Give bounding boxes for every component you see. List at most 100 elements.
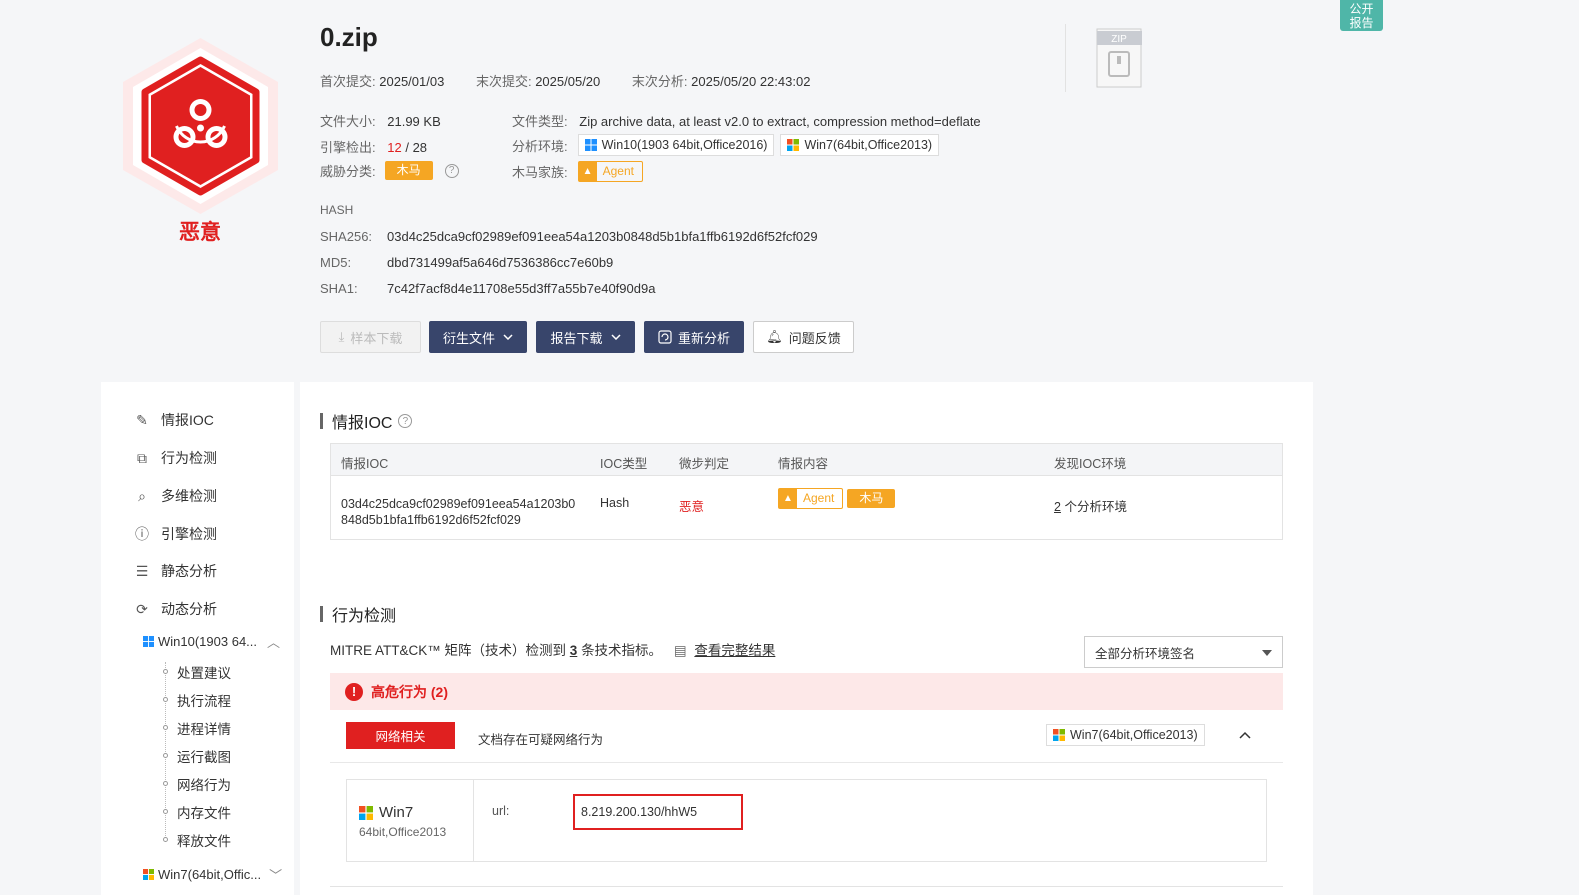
sidebar-env-win10[interactable]: Win10(1903 64... ︿ [143, 632, 280, 651]
md5-value[interactable]: dbd731499af5a646d7536386cc7e60b9 [387, 255, 613, 270]
header-divider [1065, 24, 1066, 92]
threat-label: 威胁分类: [320, 164, 376, 179]
feedback-label: 问题反馈 [788, 330, 841, 346]
category-tag: 网络相关 [346, 722, 455, 749]
detail-os-name: Win7 [379, 804, 414, 821]
url-value[interactable]: 8.219.200.130/hhW5 [573, 794, 743, 830]
behavior-env-tag[interactable]: Win7(64bit,Office2013) [1046, 724, 1205, 746]
sidebar-sub-disposal[interactable]: 处置建议 [177, 662, 231, 682]
sidebar-sub-screenshot[interactable]: 运行截图 [177, 746, 231, 766]
col-verdict: 微步判定 [679, 457, 730, 471]
float-line2: 报告 [1349, 16, 1374, 30]
sidebar-sub-memory[interactable]: 内存文件 [177, 802, 231, 822]
col-ioc: 情报IOC [341, 457, 389, 471]
chevron-up-icon[interactable] [1239, 731, 1251, 739]
report-download-button[interactable]: 报告下载 [536, 321, 635, 353]
chevron-down-icon [610, 334, 621, 340]
windows10-icon [143, 636, 154, 647]
submission-dates: 首次提交: 2025/01/03 末次提交: 2025/05/20 末次分析: … [320, 71, 838, 90]
sidebar-sub-flow[interactable]: 执行流程 [177, 690, 231, 710]
ioc-title-text: 情报IOC [332, 415, 393, 432]
sha256-value[interactable]: 03d4c25dca9cf02989ef091eea54a1203b0848d5… [387, 229, 818, 244]
mitre-count[interactable]: 3 [570, 643, 578, 658]
detail-os-title: Win7 [359, 804, 413, 821]
sample-download-label: 样本下载 [350, 330, 403, 346]
bell-icon: 🔔︎ [766, 329, 783, 344]
verdict-label: 恶意 [179, 221, 221, 244]
sidebar-env-win7[interactable]: Win7(64bit,Offic... ﹀ [143, 865, 282, 884]
tree-dot [163, 697, 168, 702]
sidebar-sub-process[interactable]: 进程详情 [177, 718, 231, 738]
family-tag[interactable]: ▲ Agent [778, 488, 844, 509]
file-name: 0.zip [320, 22, 378, 52]
file-size-label: 文件大小: [320, 114, 376, 129]
select-value: 全部分析环境签名 [1095, 646, 1196, 661]
sha1-label: SHA1: [320, 281, 358, 296]
mitre-summary: MITRE ATT&CK™ 矩阵（技术）检测到 3 条技术指标。 ▤ 查看完整结… [330, 639, 775, 659]
last-submit-value: 2025/05/20 [535, 74, 601, 89]
sha256-row: SHA256: 03d4c25dca9cf02989ef091eea54a1203… [320, 229, 818, 244]
windows7-icon [359, 805, 373, 820]
file-size-row: 文件大小: 21.99 KB [320, 111, 441, 130]
env-row: 分析环境: Win10(1903 64bit,Office2016) Win7(… [512, 134, 940, 156]
threat-tag[interactable]: 木马 [847, 489, 896, 508]
sidebar-item-label: 静态分析 [161, 563, 217, 579]
engines-row: 引擎检出: 12 / 28 [320, 137, 427, 156]
sidebar-item-behavior[interactable]: ⧉ 行为检测 [133, 448, 217, 468]
section-bar [320, 606, 323, 622]
env-tag-win10[interactable]: Win10(1903 64bit,Office2016) [577, 134, 775, 156]
first-submit-label: 首次提交: [320, 74, 376, 89]
sidebar-item-ioc[interactable]: ✎ 情报IOC [133, 410, 214, 430]
ioc-table-header: 情报IOC IOC类型 微步判定 情报内容 发现IOC环境 [331, 444, 1282, 476]
engines-detected[interactable]: 12 [387, 140, 401, 155]
sidebar-item-engine[interactable]: ⓘ 引擎检测 [133, 524, 217, 544]
reanalyze-button[interactable]: 重新分析 [644, 321, 744, 353]
help-icon[interactable]: ? [398, 414, 413, 428]
detail-os: Win7 64bit,Office2013 [347, 780, 474, 861]
family-tag[interactable]: ▲ Agent [577, 161, 643, 182]
sha1-value[interactable]: 7c42f7acf8d4e11708e55d3ff7a55b7e40f90d9a [387, 281, 655, 296]
derived-files-button[interactable]: 衍生文件 [429, 321, 527, 353]
ioc-verdict: 恶意 [679, 500, 705, 514]
trojan-icon: ▲ [779, 489, 797, 508]
help-icon[interactable]: ? [444, 163, 459, 178]
file-type-row: 文件类型: Zip archive data, at least v2.0 to… [512, 111, 981, 130]
behavior-detail: Win7 64bit,Office2013 url: 8.219.200.130… [346, 779, 1267, 862]
sidebar-item-dynamic[interactable]: ⟳ 动态分析 [133, 599, 217, 619]
threat-tag[interactable]: 木马 [384, 161, 433, 180]
env-signature-select[interactable]: 全部分析环境签名 [1084, 636, 1283, 668]
chevron-up-icon[interactable]: ︿ [267, 632, 280, 651]
view-full-results-link[interactable]: 查看完整结果 [694, 643, 775, 658]
env-tag-win10-label: Win10(1903 64bit,Office2016) [601, 138, 768, 152]
hash-title: HASH [320, 203, 354, 217]
feedback-button[interactable]: 🔔︎ 问题反馈 [753, 321, 854, 353]
section-bar [320, 413, 323, 429]
public-report-button[interactable]: 公开 报告 [1340, 0, 1383, 31]
sample-download-button[interactable]: ⤓ 样本下载 [320, 321, 421, 353]
env-label: 分析环境: [512, 138, 568, 154]
question-icon: ⓘ [135, 526, 149, 542]
ioc-env-count[interactable]: 2 [1054, 500, 1061, 514]
sidebar-sub-dropped[interactable]: 释放文件 [177, 830, 231, 850]
sidebar-item-static[interactable]: ☰ 静态分析 [133, 561, 217, 581]
sidebar-item-label: 多维检测 [161, 488, 217, 504]
col-env: 发现IOC环境 [1054, 457, 1127, 471]
md5-label: MD5: [320, 255, 352, 270]
behavior-row[interactable]: 网络相关 文档存在可疑网络行为 Win7(64bit,Office2013) [330, 711, 1283, 763]
tree-dot [163, 753, 168, 758]
download-icon: ⤓ [338, 329, 345, 344]
sidebar-item-label: 情报IOC [161, 412, 214, 428]
sidebar-env-label: Win7(64bit,Offic... [158, 867, 262, 882]
sidebar-sub-network[interactable]: 网络行为 [177, 774, 231, 794]
env-tag-win7[interactable]: Win7(64bit,Office2013) [780, 134, 940, 156]
chevron-down-icon[interactable]: ﹀ [269, 865, 282, 884]
ioc-value[interactable]: 03d4c25dca9cf02989ef091eea54a1203b0 848d… [341, 496, 575, 528]
ioc-env-suffix: 个分析环境 [1064, 500, 1127, 514]
caret-down-icon [1262, 650, 1272, 656]
sidebar-item-multidim[interactable]: ⌕ 多维检测 [133, 486, 217, 506]
document-icon: ▤ [673, 643, 687, 658]
table-row: 03d4c25dca9cf02989ef091eea54a1203b0 848d… [331, 476, 1282, 540]
col-ioc-type: IOC类型 [600, 457, 648, 471]
ioc-table: 情报IOC IOC类型 微步判定 情报内容 发现IOC环境 03d4c25dca… [330, 443, 1283, 540]
divider [330, 886, 1283, 887]
